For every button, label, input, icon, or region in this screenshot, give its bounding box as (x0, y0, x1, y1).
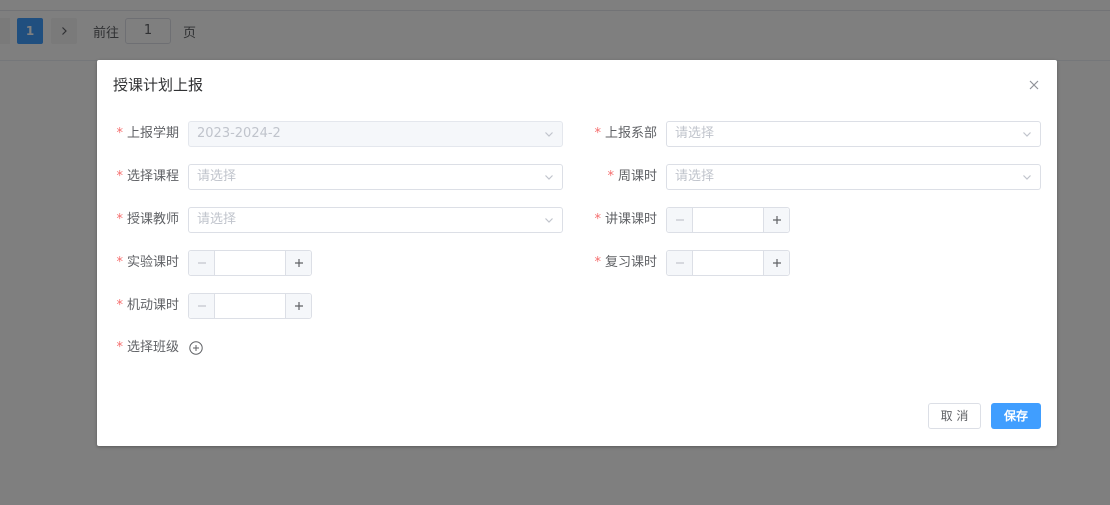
course-label-text: 选择课程 (126, 169, 179, 184)
required-mark: * (116, 212, 123, 227)
close-icon (1029, 80, 1039, 90)
review-hours-decrease-button[interactable] (667, 251, 693, 275)
review-hours-stepper (666, 250, 790, 276)
required-mark: * (116, 255, 123, 270)
required-mark: * (116, 340, 123, 355)
lab-hours-label: * 实验课时 (111, 250, 179, 276)
required-mark: * (116, 126, 123, 141)
minus-icon (197, 262, 206, 264)
weekly-hours-select[interactable]: 请选择 (666, 164, 1041, 190)
close-button[interactable] (1025, 76, 1043, 94)
minus-icon (197, 305, 206, 307)
plus-icon (772, 259, 781, 267)
lecture-hours-label: * 讲课课时 (589, 207, 657, 233)
review-hours-input[interactable] (693, 251, 763, 275)
review-hours-increase-button[interactable] (763, 251, 789, 275)
flexible-hours-label: * 机动课时 (111, 293, 179, 319)
minus-icon (675, 219, 684, 221)
teacher-select-placeholder: 请选择 (197, 212, 237, 227)
weekly-hours-select-placeholder: 请选择 (675, 169, 715, 184)
semester-select-value: 2023-2024-2 (197, 126, 281, 141)
cancel-button[interactable]: 取 消 (928, 403, 981, 429)
chevron-down-icon (545, 218, 553, 223)
review-hours-label: * 复习课时 (589, 250, 657, 276)
minus-icon (675, 262, 684, 264)
lab-hours-decrease-button[interactable] (189, 251, 215, 275)
plus-icon (294, 259, 303, 267)
classes-label-text: 选择班级 (126, 340, 179, 355)
teacher-label: * 授课教师 (111, 207, 179, 233)
department-label: * 上报系部 (589, 121, 657, 147)
course-label: * 选择课程 (111, 164, 179, 190)
flexible-hours-label-text: 机动课时 (126, 298, 179, 313)
review-hours-label-text: 复习课时 (604, 255, 657, 270)
weekly-hours-label-text: 周课时 (617, 169, 657, 184)
course-select[interactable]: 请选择 (188, 164, 563, 190)
department-select[interactable]: 请选择 (666, 121, 1041, 147)
plus-circle-icon[interactable] (189, 341, 203, 355)
department-select-placeholder: 请选择 (675, 126, 715, 141)
chevron-down-icon (1023, 175, 1031, 180)
dialog-title: 授课计划上报 (113, 76, 204, 94)
lecture-hours-input[interactable] (693, 208, 763, 232)
lab-hours-stepper (188, 250, 312, 276)
required-mark: * (607, 169, 614, 184)
course-select-placeholder: 请选择 (197, 169, 237, 184)
department-label-text: 上报系部 (604, 126, 657, 141)
chevron-down-icon (1023, 132, 1031, 137)
teacher-label-text: 授课教师 (126, 212, 179, 227)
semester-label-text: 上报学期 (126, 126, 179, 141)
lab-hours-input[interactable] (215, 251, 285, 275)
lecture-hours-label-text: 讲课课时 (604, 212, 657, 227)
flexible-hours-stepper (188, 293, 312, 319)
required-mark: * (594, 126, 601, 141)
flexible-hours-decrease-button[interactable] (189, 294, 215, 318)
classes-label: * 选择班级 (111, 335, 179, 361)
teacher-select[interactable]: 请选择 (188, 207, 563, 233)
required-mark: * (116, 298, 123, 313)
lecture-hours-stepper (666, 207, 790, 233)
flexible-hours-increase-button[interactable] (285, 294, 311, 318)
semester-label: * 上报学期 (111, 121, 179, 147)
lecture-hours-decrease-button[interactable] (667, 208, 693, 232)
flexible-hours-input[interactable] (215, 294, 285, 318)
semester-select[interactable]: 2023-2024-2 (188, 121, 563, 147)
weekly-hours-label: * 周课时 (589, 164, 657, 190)
chevron-down-icon (545, 175, 553, 180)
required-mark: * (116, 169, 123, 184)
chevron-down-icon (545, 132, 553, 137)
lab-hours-label-text: 实验课时 (126, 255, 179, 270)
required-mark: * (594, 255, 601, 270)
save-button[interactable]: 保存 (991, 403, 1041, 429)
lecture-hours-increase-button[interactable] (763, 208, 789, 232)
lab-hours-increase-button[interactable] (285, 251, 311, 275)
required-mark: * (594, 212, 601, 227)
teaching-plan-dialog: 授课计划上报 * 上报学期 2023-2024-2 * 上报系部 请选择 * 选择课程… (97, 60, 1057, 446)
plus-icon (294, 302, 303, 310)
plus-icon (772, 216, 781, 224)
